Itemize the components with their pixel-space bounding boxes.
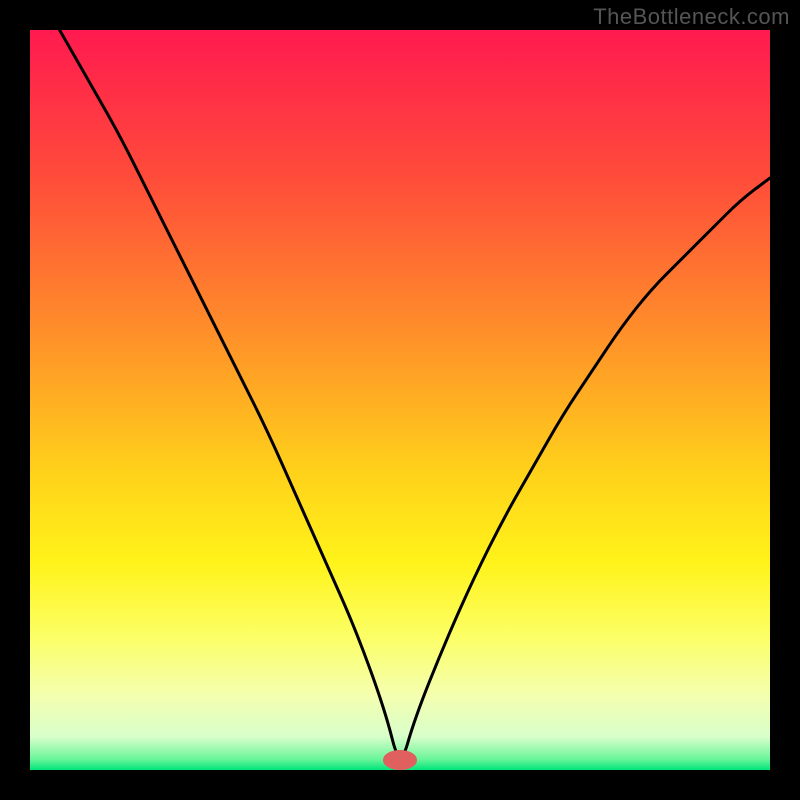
watermark-text: TheBottleneck.com	[593, 4, 790, 30]
minimum-marker	[384, 751, 416, 769]
bottleneck-chart	[0, 0, 800, 800]
chart-frame: TheBottleneck.com	[0, 0, 800, 800]
plot-background	[30, 30, 770, 770]
